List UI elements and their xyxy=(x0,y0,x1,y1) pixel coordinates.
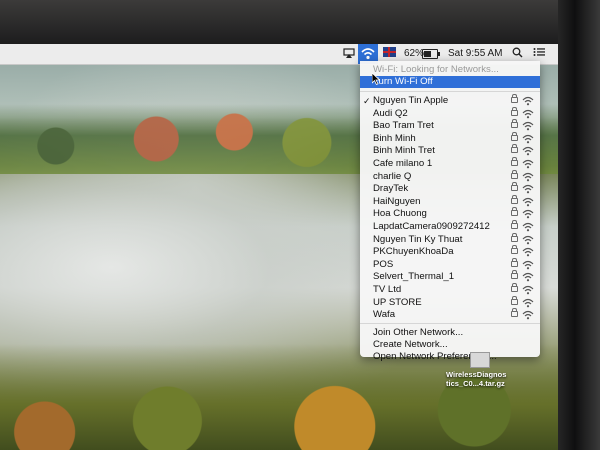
wifi-status: Wi-Fi: Looking for Networks... xyxy=(373,64,499,75)
checkmark-icon: ✓ xyxy=(363,96,371,106)
network-name: Nguyen Tin Apple xyxy=(373,95,449,106)
create-network-item[interactable]: Create Network... xyxy=(360,339,540,351)
network-name: TV Ltd xyxy=(373,284,402,295)
input-flag-icon[interactable] xyxy=(383,47,396,61)
wifi-signal-icon xyxy=(522,222,534,232)
lock-icon xyxy=(511,295,518,305)
wifi-signal-icon xyxy=(522,197,534,207)
airplay-icon[interactable] xyxy=(343,47,355,61)
network-item[interactable]: Audi Q2 xyxy=(360,106,540,120)
menu-separator xyxy=(360,91,540,92)
network-name: Hoa Chuong xyxy=(373,208,427,220)
lock-icon xyxy=(511,131,518,141)
lock-icon xyxy=(511,270,518,280)
wifi-dropdown-menu: Wi-Fi: Looking for Networks... Turn Wi-F… xyxy=(360,61,540,362)
network-name: Binh Minh Tret xyxy=(373,145,435,157)
network-item[interactable]: Cafe milano 1 xyxy=(360,157,540,170)
lock-icon xyxy=(511,119,518,129)
desktop-screen: 62% Sat 9:55 AM Wi-Fi: Looking for Netwo… xyxy=(0,44,558,450)
network-item[interactable]: HaiNguyen xyxy=(360,194,540,208)
wifi-signal-icon xyxy=(522,260,534,270)
wifi-signal-icon xyxy=(522,122,534,131)
network-name: UP STORE xyxy=(373,296,422,308)
network-item[interactable]: PKChuyenKhoaDa xyxy=(360,245,540,258)
wifi-signal-icon xyxy=(522,159,534,169)
lock-icon xyxy=(511,283,518,292)
lock-icon xyxy=(511,257,518,267)
wifi-signal-icon xyxy=(522,172,534,181)
lock-icon xyxy=(511,194,518,204)
notification-center-icon[interactable] xyxy=(533,47,545,61)
lock-icon xyxy=(511,220,518,229)
network-item[interactable]: ✓ Nguyen Tin Apple xyxy=(360,94,540,107)
network-item[interactable]: Binh Minh xyxy=(360,131,540,145)
wifi-signal-icon xyxy=(522,235,534,244)
menu-separator xyxy=(360,323,540,324)
network-name: Bao Tram Tret xyxy=(373,120,434,132)
lock-icon xyxy=(511,308,518,318)
network-name: PKChuyenKhoaDa xyxy=(373,246,454,258)
lock-icon xyxy=(511,182,518,192)
battery-percent[interactable]: 62% xyxy=(404,47,424,61)
wifi-signal-icon xyxy=(522,210,534,219)
network-name: Nguyen Tin Ky Thuat xyxy=(373,233,463,245)
wifi-signal-icon xyxy=(522,285,534,295)
lock-icon xyxy=(511,144,518,154)
join-other-network-item[interactable]: Join Other Network... xyxy=(360,327,540,339)
network-item[interactable]: Wafa xyxy=(360,308,540,321)
lock-icon xyxy=(511,106,518,116)
lock-icon xyxy=(511,245,518,255)
network-item[interactable]: Selvert_Thermal_1 xyxy=(360,270,540,283)
wifi-signal-icon xyxy=(522,96,534,106)
network-item[interactable]: DrayTek xyxy=(360,182,540,195)
network-name: Selvert_Thermal_1 xyxy=(373,271,455,283)
wifi-signal-icon xyxy=(522,147,534,156)
network-name: Audi Q2 xyxy=(373,107,408,119)
spotlight-search-icon[interactable] xyxy=(512,47,523,61)
wifi-signal-icon xyxy=(522,273,534,282)
lock-icon xyxy=(511,157,518,166)
lock-icon xyxy=(511,94,518,103)
network-name: charlie Q xyxy=(373,170,412,182)
wifi-signal-icon xyxy=(522,311,534,320)
open-network-preferences-item[interactable]: Open Network Preferences... xyxy=(360,351,540,363)
desktop-file-label[interactable]: WirelessDiagnos tics_C0...4.tar.gz xyxy=(446,370,526,388)
turn-wifi-off-item[interactable]: Turn Wi-Fi Off xyxy=(360,76,540,88)
menu-clock[interactable]: Sat 9:55 AM xyxy=(448,47,502,61)
wifi-signal-icon xyxy=(522,248,534,257)
network-name: Cafe milano 1 xyxy=(373,158,433,169)
network-name: Wafa xyxy=(373,309,396,321)
lock-icon xyxy=(511,232,518,242)
network-item[interactable]: Binh Minh Tret xyxy=(360,144,540,157)
wifi-signal-icon xyxy=(522,185,534,194)
laptop-bezel-right xyxy=(558,0,600,450)
network-name: DrayTek xyxy=(373,183,409,195)
laptop-bezel-top xyxy=(0,0,600,48)
network-name: POS xyxy=(373,258,394,270)
wifi-signal-icon xyxy=(522,298,534,307)
network-item[interactable]: charlie Q xyxy=(360,169,540,183)
network-item[interactable]: Nguyen Tin Ky Thuat xyxy=(360,232,540,246)
network-name: HaiNguyen xyxy=(373,195,421,207)
wifi-signal-icon xyxy=(522,134,534,144)
lock-icon xyxy=(511,169,518,179)
network-item[interactable]: Hoa Chuong xyxy=(360,207,540,220)
wifi-signal-icon xyxy=(522,109,534,118)
network-item[interactable]: TV Ltd xyxy=(360,283,540,296)
network-item[interactable]: POS xyxy=(360,257,540,271)
mouse-cursor-icon xyxy=(372,73,380,85)
network-item[interactable]: UP STORE xyxy=(360,295,540,309)
battery-icon[interactable] xyxy=(422,49,440,59)
network-item[interactable]: Bao Tram Tret xyxy=(360,119,540,132)
archive-file-icon[interactable] xyxy=(470,352,490,368)
network-item[interactable]: LapdatCamera0909272412 xyxy=(360,220,540,233)
network-name: LapdatCamera0909272412 xyxy=(373,221,490,232)
lock-icon xyxy=(511,207,518,217)
battery-level xyxy=(424,51,431,57)
network-name: Binh Minh xyxy=(373,132,416,144)
